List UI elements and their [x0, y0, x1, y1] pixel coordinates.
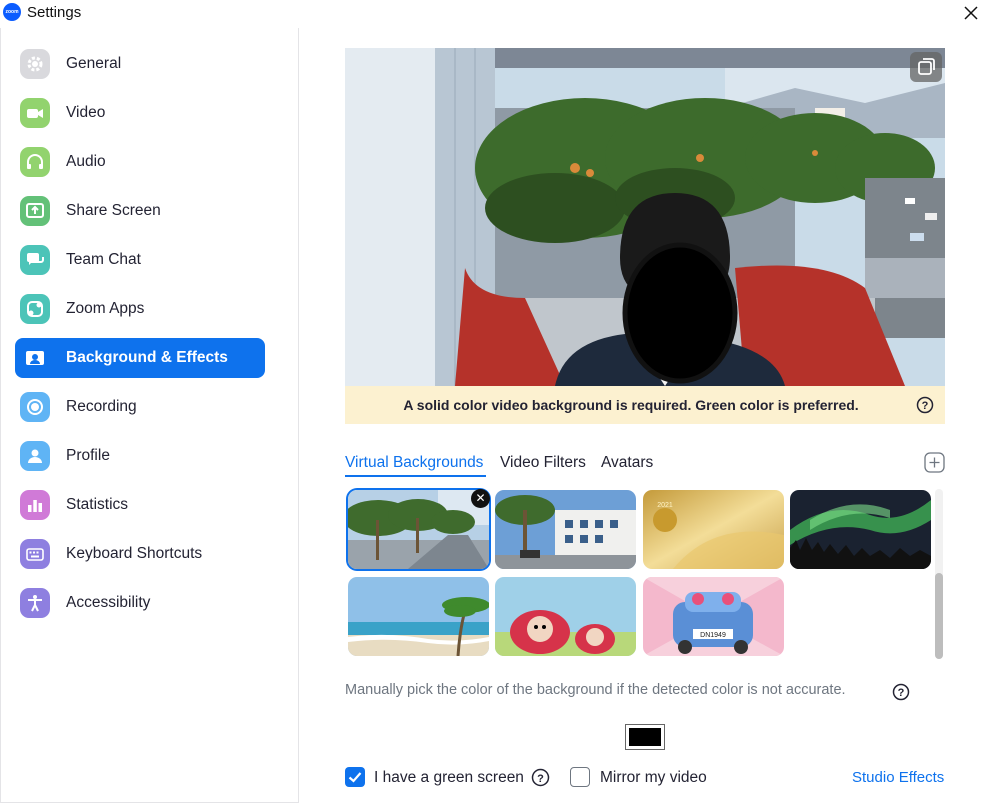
share-screen-icon [20, 196, 50, 226]
sidebar-item-label: General [66, 55, 122, 72]
background-thumbnail-gold[interactable]: 2021 [643, 490, 784, 569]
person-icon [20, 441, 50, 471]
sidebar-item-video[interactable]: Video [15, 93, 265, 133]
sidebar-item-label: Background & Effects [66, 349, 228, 366]
background-thumbnail-palm-street[interactable] [348, 490, 489, 569]
chat-bubbles-icon [20, 245, 50, 275]
svg-text:?: ? [898, 687, 905, 699]
sidebar-item-label: Audio [66, 153, 106, 170]
add-background-icon[interactable] [924, 452, 945, 473]
sidebar-item-background-effects[interactable]: Background & Effects [15, 338, 265, 378]
mirror-video-label[interactable]: Mirror my video [600, 769, 707, 787]
background-thumbnail-beach[interactable] [348, 577, 489, 656]
record-icon [20, 392, 50, 422]
video-camera-icon [20, 98, 50, 128]
keyboard-icon [20, 539, 50, 569]
help-icon[interactable]: ? [531, 768, 550, 787]
checkmark-icon [348, 772, 362, 783]
sidebar-item-accessibility[interactable]: Accessibility [15, 583, 265, 623]
person-portrait-icon [20, 343, 50, 373]
notice-text: A solid color video background is requir… [403, 397, 859, 413]
green-screen-notice: A solid color video background is requir… [345, 386, 945, 424]
sidebar-item-label: Recording [66, 398, 137, 415]
svg-text:?: ? [922, 400, 929, 412]
settings-sidebar: General Video Audio Share Screen Team Ch… [0, 28, 299, 803]
sidebar-item-general[interactable]: General [15, 44, 265, 84]
video-preview [345, 48, 945, 386]
gold-year-label: 2021 [657, 502, 673, 509]
active-tab-indicator [345, 475, 486, 477]
picked-color-swatch [629, 728, 661, 746]
tab-video-filters[interactable]: Video Filters [500, 454, 586, 472]
window-title: Settings [27, 4, 82, 21]
tab-virtual-backgrounds[interactable]: Virtual Backgrounds [345, 454, 483, 472]
sidebar-item-keyboard-shortcuts[interactable]: Keyboard Shortcuts [15, 534, 265, 574]
background-thumbnail-aurora[interactable] [790, 490, 931, 569]
green-screen-checkbox[interactable] [345, 767, 365, 787]
apps-icon [20, 294, 50, 324]
headphones-icon [20, 147, 50, 177]
close-icon[interactable] [960, 2, 982, 24]
gear-icon [20, 49, 50, 79]
sidebar-item-zoom-apps[interactable]: Zoom Apps [15, 289, 265, 329]
sidebar-item-label: Keyboard Shortcuts [66, 545, 203, 562]
background-thumbnail-palm-building[interactable] [495, 490, 636, 569]
green-screen-label[interactable]: I have a green screen [374, 769, 524, 787]
sidebar-item-statistics[interactable]: Statistics [15, 485, 265, 525]
zoom-logo-icon: zoom [3, 3, 21, 21]
license-plate-label: DN1949 [700, 632, 726, 639]
title-bar: zoom Settings [0, 0, 989, 28]
svg-text:?: ? [537, 773, 544, 785]
help-icon[interactable]: ? [892, 683, 910, 701]
manual-pick-description: Manually pick the color of the backgroun… [345, 682, 846, 698]
rotate-icon [918, 58, 935, 75]
sidebar-item-label: Zoom Apps [66, 300, 145, 317]
background-thumbnail-cartoon-car-plate[interactable]: DN1949 [643, 577, 784, 656]
sidebar-item-team-chat[interactable]: Team Chat [15, 240, 265, 280]
sidebar-item-label: Statistics [66, 496, 129, 513]
sidebar-item-label: Accessibility [66, 594, 151, 611]
sidebar-item-recording[interactable]: Recording [15, 387, 265, 427]
bar-chart-icon [20, 490, 50, 520]
mirror-video-checkbox[interactable] [570, 767, 590, 787]
delete-background-icon[interactable]: ✕ [471, 489, 490, 508]
sidebar-item-audio[interactable]: Audio [15, 142, 265, 182]
thumbnail-scrollbar[interactable] [935, 573, 943, 659]
sidebar-item-profile[interactable]: Profile [15, 436, 265, 476]
rotate-video-button[interactable] [910, 52, 942, 82]
sidebar-item-label: Video [66, 104, 106, 121]
background-color-picker[interactable] [625, 724, 665, 750]
sidebar-item-label: Team Chat [66, 251, 141, 268]
help-icon[interactable]: ? [916, 396, 934, 414]
sidebar-item-label: Share Screen [66, 202, 161, 219]
tab-avatars[interactable]: Avatars [601, 454, 653, 472]
sidebar-item-label: Profile [66, 447, 110, 464]
accessibility-icon [20, 588, 50, 618]
studio-effects-link[interactable]: Studio Effects [852, 769, 944, 786]
sidebar-item-share-screen[interactable]: Share Screen [15, 191, 265, 231]
background-thumbnail-cartoon-cars[interactable] [495, 577, 636, 656]
